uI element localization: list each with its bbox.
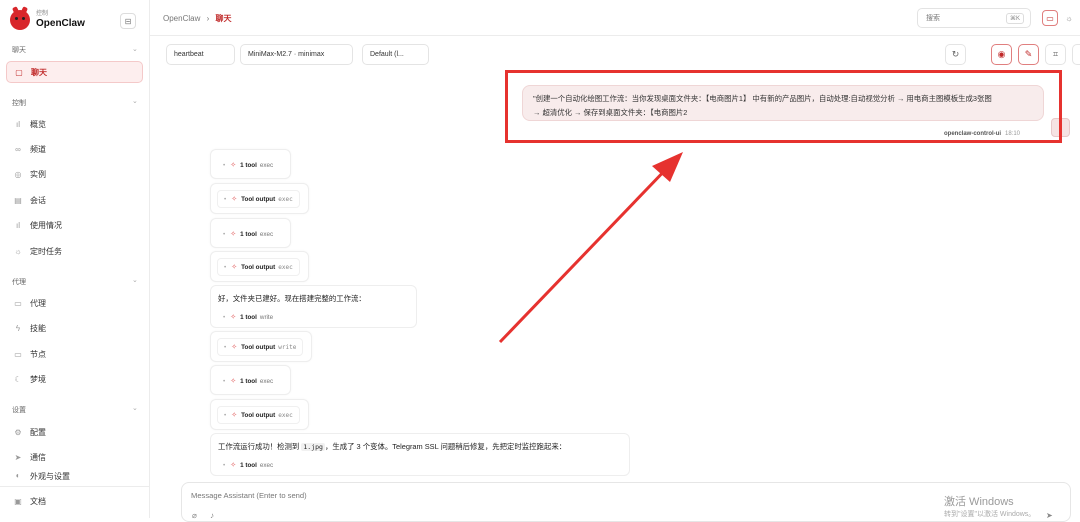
activation-watermark: 激活 Windows	[944, 496, 1014, 508]
attach-icon[interactable]: ⌀	[192, 511, 197, 520]
message-input[interactable]: Message Assistant (Enter to send)	[191, 491, 307, 500]
annotation-arrow	[498, 152, 683, 344]
send-icon[interactable]: ➤	[1046, 511, 1053, 520]
mic-icon[interactable]: ♪	[210, 511, 214, 520]
message-composer[interactable]: Message Assistant (Enter to send) ⌀ ♪ ➤	[181, 482, 1071, 522]
